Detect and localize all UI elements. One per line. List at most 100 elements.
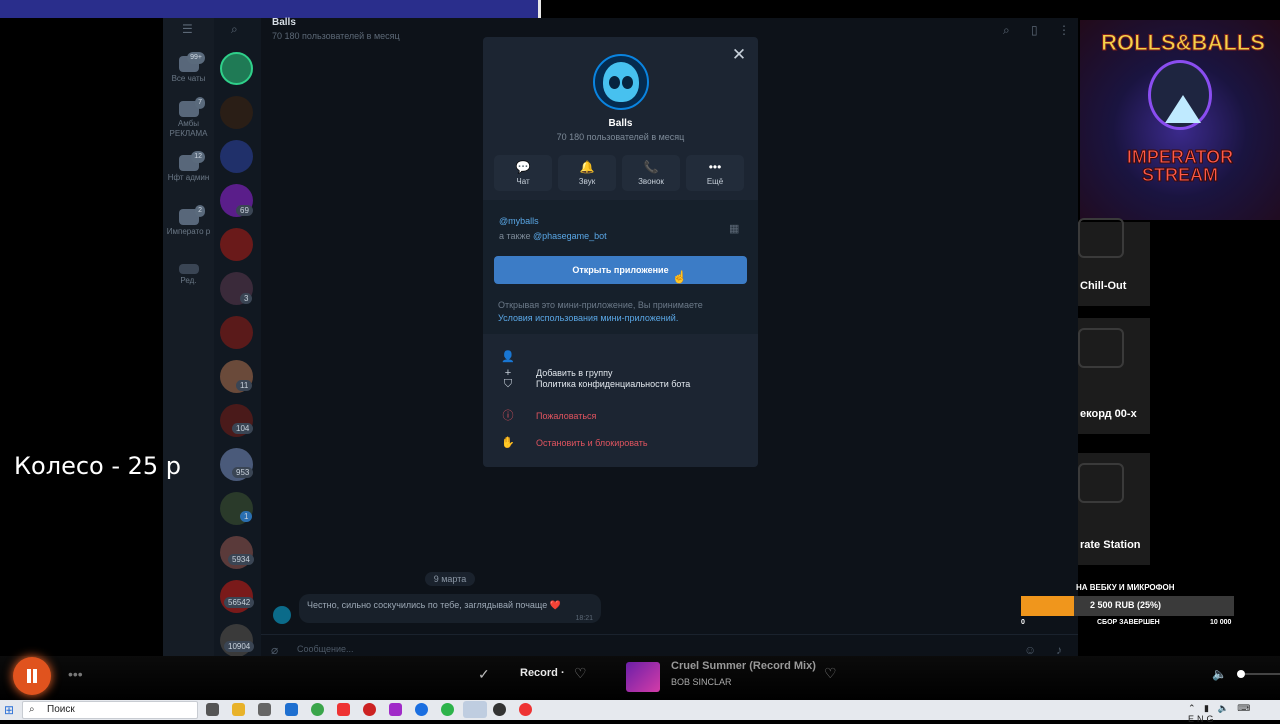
- folder-edit[interactable]: Ред.: [163, 264, 214, 286]
- stop-and-block-menu-item[interactable]: ✋ Остановить и блокировать: [498, 435, 647, 451]
- mail-icon[interactable]: [285, 703, 298, 716]
- file-explorer-icon[interactable]: [232, 703, 245, 716]
- donation-min: 0: [1021, 619, 1025, 626]
- system-tray[interactable]: ⌃ ▮ 🔈 ⌨ ENG: [1188, 703, 1280, 724]
- chat-action-button[interactable]: 💬 Чат: [494, 155, 552, 191]
- pause-button[interactable]: [13, 657, 51, 695]
- bot-alt-username-link[interactable]: @phasegame_bot: [533, 231, 607, 241]
- chat-avatar[interactable]: [220, 228, 253, 261]
- store-icon[interactable]: [258, 703, 271, 716]
- folder-all-chats[interactable]: 99+ Все чаты: [163, 52, 214, 84]
- folder-imperator[interactable]: 2 Императо р: [163, 205, 214, 237]
- call-action-button[interactable]: 📞 Звонок: [622, 155, 680, 191]
- message-avatar[interactable]: [273, 606, 291, 624]
- app-icon[interactable]: [415, 703, 428, 716]
- more-dots-icon[interactable]: •••: [68, 666, 83, 682]
- close-icon[interactable]: ✕: [731, 46, 747, 64]
- bot-username-link[interactable]: @myballs: [499, 216, 539, 226]
- bot-avatar: [593, 54, 649, 110]
- volume-slider-track[interactable]: [1245, 673, 1280, 675]
- terms-link[interactable]: Условия использования мини-приложений.: [498, 313, 678, 323]
- donation-status: СБОР ЗАВЕРШЕН: [1097, 619, 1160, 626]
- radio-station-label: Chill-Out: [1080, 280, 1127, 292]
- alien-head-icon: [1078, 463, 1124, 503]
- radio-station-tile[interactable]: rate Station: [1078, 453, 1150, 565]
- chat-avatar[interactable]: [220, 316, 253, 349]
- search-icon[interactable]: ⌕: [1003, 23, 1010, 38]
- sofa-icon: [1078, 218, 1124, 258]
- folder-badge: 12: [191, 151, 205, 163]
- donation-goal-title: НА ВЕБКУ И МИКРОФОН: [1076, 583, 1175, 592]
- folder-nft[interactable]: 12 Нфт админ: [163, 151, 214, 183]
- volume-icon[interactable]: 🔈: [1212, 667, 1227, 681]
- mouse-cursor-icon: ☝: [672, 270, 687, 284]
- bear-mascot-icon: [1148, 60, 1212, 130]
- message-text: Честно, сильно соскучились по тебе, загл…: [307, 600, 561, 610]
- windows-start-icon[interactable]: ⊞: [4, 704, 16, 716]
- radio-station-tile[interactable]: екорд 00-х: [1078, 318, 1150, 434]
- donation-progress-fill: [1021, 596, 1075, 616]
- microphone-icon[interactable]: ♪: [1056, 643, 1062, 657]
- track-title: Cruel Summer (Record Mix): [671, 660, 816, 672]
- report-menu-item[interactable]: ⓘ Пожаловаться: [498, 408, 597, 424]
- donation-max: 10 000: [1210, 619, 1232, 626]
- search-icon: ⌕: [29, 704, 35, 715]
- hand-stop-icon: ✋: [501, 437, 515, 449]
- search-icon[interactable]: ⌕: [231, 22, 238, 37]
- task-view-icon[interactable]: [206, 703, 219, 716]
- chrome-icon[interactable]: [311, 703, 324, 716]
- alert-icon: ⓘ: [502, 410, 514, 422]
- chat-unread-badge: 10904: [224, 641, 255, 652]
- attach-icon[interactable]: ⌀: [271, 643, 278, 657]
- pause-icon: [33, 669, 37, 683]
- folder-sidebar: 99+ Все чаты 7 Амбы РЕКЛАМА 12 Нфт админ…: [163, 18, 214, 666]
- hamburger-menu-icon[interactable]: ☰: [182, 22, 193, 36]
- chat-unread-badge: 953: [232, 467, 254, 478]
- action-label: Чат: [516, 177, 530, 186]
- station-name[interactable]: Record ·: [520, 667, 565, 679]
- tray-language[interactable]: ENG: [1188, 714, 1217, 724]
- emoji-icon[interactable]: ☺: [1024, 643, 1036, 657]
- privacy-policy-menu-item[interactable]: ⛉ Политика конфиденциальности бота: [498, 376, 690, 392]
- chat-unread-badge: 5934: [228, 554, 254, 565]
- top-color-bar: [0, 0, 541, 18]
- stream-logo-title: ROLLS&BALLS: [1101, 30, 1266, 56]
- radio-station-tile[interactable]: Chill-Out: [1078, 218, 1150, 306]
- chat-avatar-archive[interactable]: [220, 52, 253, 85]
- obs-icon[interactable]: [493, 703, 506, 716]
- eye-icon: [622, 76, 633, 89]
- chat-title[interactable]: Balls: [272, 17, 296, 28]
- folder-label: Ред.: [180, 276, 197, 285]
- more-action-button[interactable]: ••• Ещё: [686, 155, 744, 191]
- message-bubble[interactable]: Честно, сильно соскучились по тебе, загл…: [299, 594, 601, 623]
- app-icon[interactable]: [389, 703, 402, 716]
- folder-label: Императо р: [166, 227, 211, 236]
- heart-icon[interactable]: ♡: [574, 665, 587, 682]
- browser-icon[interactable]: [441, 703, 454, 716]
- qr-code-icon[interactable]: ▦: [729, 222, 743, 236]
- yandex-browser-icon[interactable]: [519, 703, 532, 716]
- taskbar-search-placeholder: Поиск: [47, 704, 75, 715]
- telegram-taskbar-icon[interactable]: [463, 701, 487, 718]
- volume-slider-knob[interactable]: [1237, 670, 1245, 678]
- folder-ads[interactable]: 7 Амбы РЕКЛАМА: [163, 97, 214, 139]
- sound-action-button[interactable]: 🔔 Звук: [558, 155, 616, 191]
- stream-logo-subtitle-line2: STREAM: [1142, 165, 1219, 185]
- sliders-icon: [178, 264, 199, 274]
- heart-icon[interactable]: ♡: [824, 665, 837, 682]
- message-input[interactable]: Сообщение...: [297, 644, 353, 654]
- alien-face-icon: [603, 62, 639, 102]
- also-prefix: а также: [499, 231, 533, 241]
- folder-label: Все чаты: [171, 74, 206, 83]
- date-separator: 9 марта: [425, 572, 475, 586]
- taskbar-search-input[interactable]: ⌕ Поиск: [22, 701, 198, 719]
- chat-avatar[interactable]: [220, 96, 253, 129]
- open-app-button[interactable]: Открыть приложение: [494, 256, 747, 284]
- opera-icon[interactable]: [363, 703, 376, 716]
- yandex-icon[interactable]: [337, 703, 350, 716]
- add-to-group-menu-item[interactable]: 👤+ Добавить в группу: [498, 349, 612, 379]
- sidebar-toggle-icon[interactable]: ▯: [1031, 23, 1038, 37]
- bot-also-line: а также @phasegame_bot: [499, 231, 607, 241]
- more-vertical-icon[interactable]: ⋮: [1058, 23, 1070, 37]
- chat-avatar[interactable]: [220, 140, 253, 173]
